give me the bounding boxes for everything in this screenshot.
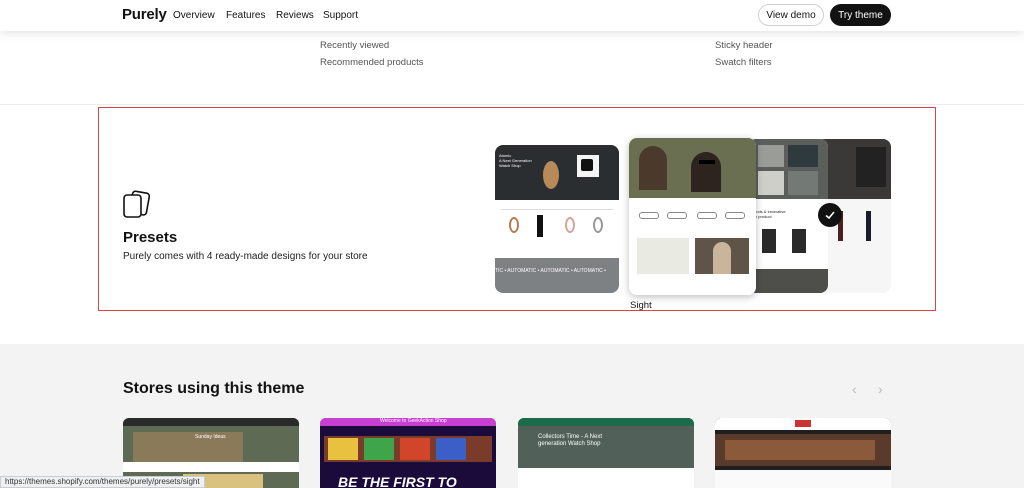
- feature-item: Swatch filters: [715, 57, 772, 68]
- preset-card-atomic[interactable]: Atomic A Next Generation Watch Shop TIC …: [495, 145, 619, 293]
- preset-card-3[interactable]: ands & innovative in product: [748, 139, 828, 293]
- nav-support[interactable]: Support: [323, 10, 358, 21]
- brand-logo[interactable]: Purely: [122, 6, 167, 23]
- preset-c-text: ands & innovative in product: [754, 209, 786, 219]
- try-theme-button[interactable]: Try theme: [830, 4, 891, 26]
- selected-check-icon: [818, 203, 842, 227]
- preset-a-ticker: TIC • AUTOMATIC • AUTOMATIC • AUTOMATIC …: [495, 268, 606, 274]
- browser-status-url: https://themes.shopify.com/themes/purely…: [0, 476, 205, 488]
- stores-title: Stores using this theme: [123, 380, 305, 397]
- feature-item: Recommended products: [320, 57, 424, 68]
- selected-preset-label: Sight: [630, 300, 652, 311]
- feature-item: Recently viewed: [320, 40, 390, 51]
- presets-subtitle: Purely comes with 4 ready-made designs f…: [123, 251, 368, 262]
- presets-title: Presets: [123, 229, 178, 246]
- carousel-prev-icon[interactable]: ‹: [852, 381, 857, 397]
- view-demo-button[interactable]: View demo: [758, 4, 824, 26]
- section-divider: [0, 104, 1024, 105]
- store-thumbnail[interactable]: [715, 418, 891, 488]
- nav-features[interactable]: Features: [226, 10, 265, 21]
- preset-a-hero-text: Atomic A Next Generation Watch Shop: [499, 153, 532, 168]
- store-thumb-text: Sunday Ideas: [195, 434, 226, 440]
- preset-card-sight[interactable]: [629, 138, 756, 295]
- feature-item: Sticky header: [715, 40, 773, 51]
- presets-cards-icon: [123, 190, 151, 218]
- top-navigation-bar: Purely Overview Features Reviews Support…: [0, 0, 1024, 31]
- store-thumb-text: Collectors Time - A Next generation Watc…: [538, 434, 603, 447]
- nav-reviews[interactable]: Reviews: [276, 10, 314, 21]
- store-thumb-toptext: Welcome to GeekAction Shop: [380, 418, 447, 424]
- store-thumb-headline: BE THE FIRST TO: [338, 474, 457, 488]
- store-thumbnail[interactable]: Collectors Time - A Next generation Watc…: [518, 418, 694, 488]
- carousel-next-icon[interactable]: ›: [878, 381, 883, 397]
- nav-overview[interactable]: Overview: [173, 10, 215, 21]
- store-thumbnail[interactable]: Welcome to GeekAction Shop BE THE FIRST …: [320, 418, 496, 488]
